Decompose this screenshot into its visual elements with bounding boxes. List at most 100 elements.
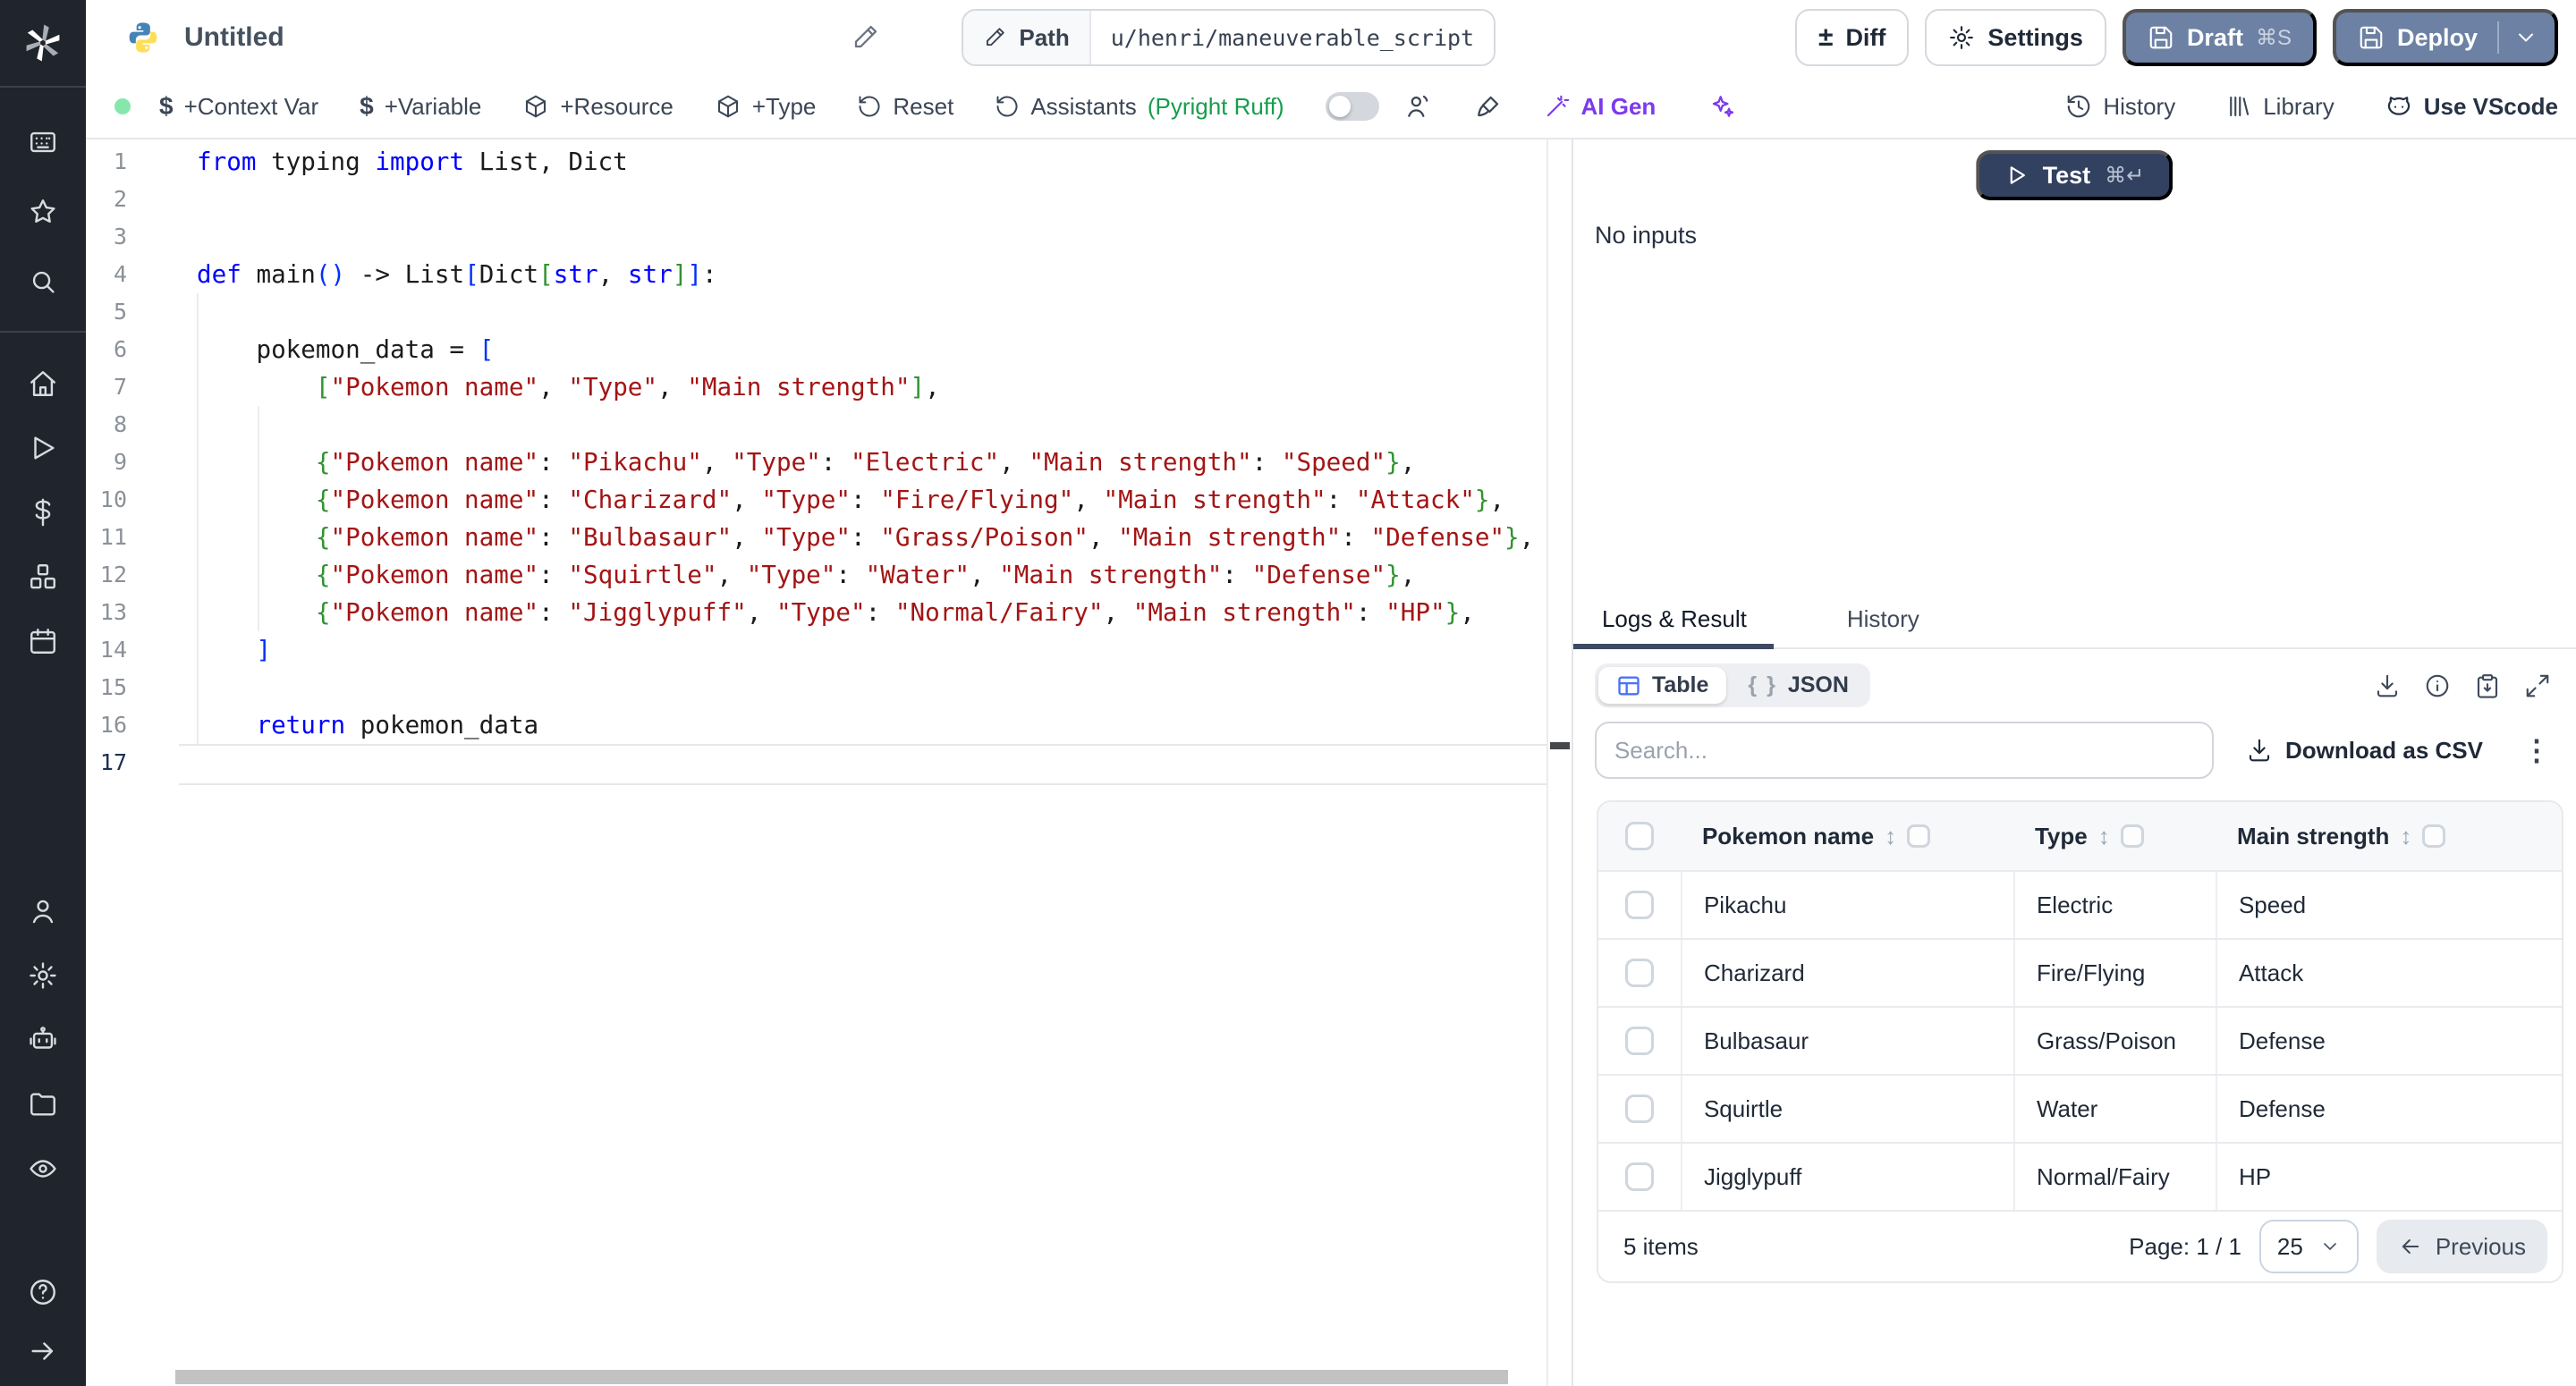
column-filter-checkbox[interactable]: [2121, 824, 2144, 848]
home-icon[interactable]: [28, 368, 58, 399]
row-checkbox[interactable]: [1625, 891, 1654, 919]
line-number: 12: [86, 556, 140, 594]
search-input[interactable]: [1595, 722, 2214, 779]
info-icon[interactable]: [2424, 672, 2451, 699]
row-checkbox[interactable]: [1625, 1094, 1654, 1123]
editor-scrollbar-strip[interactable]: [1546, 139, 1573, 1386]
path-field[interactable]: Path u/henri/maneuverable_script: [962, 9, 1496, 66]
code-lines: from typing import List, Dictdef main() …: [197, 143, 1534, 782]
runs-play-icon[interactable]: [28, 433, 58, 463]
line-number: 9: [86, 444, 140, 481]
view-json-option[interactable]: { } JSON: [1730, 667, 1867, 704]
path-label: Path: [1019, 24, 1069, 52]
format-brush-button[interactable]: [1474, 92, 1503, 121]
user-icon[interactable]: [28, 896, 58, 926]
line-number: 16: [86, 706, 140, 744]
folder-icon[interactable]: [28, 1089, 58, 1120]
star-icon[interactable]: [28, 197, 58, 227]
result-tabs: Logs & Result History: [1573, 590, 2576, 649]
multiplayer-toggle[interactable]: [1326, 92, 1379, 121]
select-all-checkbox[interactable]: [1625, 822, 1654, 850]
library-button[interactable]: Library: [2225, 93, 2334, 121]
table-menu-kebab[interactable]: ⋮: [2522, 733, 2551, 767]
column-filter-checkbox[interactable]: [1907, 824, 1930, 848]
sort-icon[interactable]: ↕: [1885, 824, 1896, 848]
top-bar: Untitled Path u/henri/maneuverable_scrip…: [86, 0, 2576, 75]
expand-arrow-icon[interactable]: [28, 1336, 58, 1366]
add-context-var-button[interactable]: $ +Context Var: [159, 93, 318, 121]
arrow-left-icon: [2398, 1234, 2423, 1259]
workers-robot-icon[interactable]: [28, 1025, 58, 1055]
schedules-calendar-icon[interactable]: [28, 626, 58, 656]
line-number: 7: [86, 368, 140, 406]
expand-fullscreen-icon[interactable]: [2524, 672, 2551, 699]
sort-icon[interactable]: ↕: [2098, 824, 2110, 848]
history-button[interactable]: History: [2065, 93, 2175, 121]
table-cell: Jigglypuff: [1681, 1144, 2013, 1210]
row-checkbox[interactable]: [1625, 959, 1654, 987]
variables-dollar-icon[interactable]: [28, 497, 58, 528]
search-icon[interactable]: [28, 266, 58, 297]
code-editor[interactable]: 1234567891011121314151617 from typing im…: [86, 139, 1546, 1386]
diff-button[interactable]: ± Diff: [1795, 9, 1909, 66]
column-label: Pokemon name: [1702, 823, 1874, 850]
sidebar-divider: [0, 331, 86, 333]
pinwheel-icon: [21, 21, 64, 64]
diff-label: Diff: [1845, 24, 1885, 52]
code-line: ["Pokemon name", "Type", "Main strength"…: [197, 368, 1534, 406]
page-size-select[interactable]: 25: [2259, 1220, 2359, 1273]
download-csv-button[interactable]: Download as CSV: [2246, 737, 2483, 765]
active-tab-underline: [1573, 644, 1774, 649]
context-var-label: +Context Var: [184, 93, 319, 121]
dollar-icon: $: [360, 94, 374, 119]
windmill-logo[interactable]: [0, 0, 86, 88]
tab-history[interactable]: History: [1847, 605, 1919, 633]
table-cell: Attack: [2216, 940, 2562, 1006]
code-line: {"Pokemon name": "Bulbasaur", "Type": "G…: [197, 519, 1534, 556]
draft-button[interactable]: Draft ⌘S: [2123, 9, 2317, 66]
tab-logs-result[interactable]: Logs & Result: [1602, 605, 1747, 633]
audit-eye-icon[interactable]: [28, 1154, 58, 1184]
assistants-label: Assistants: [1030, 93, 1137, 121]
deploy-button[interactable]: Deploy: [2333, 9, 2558, 66]
table-cell: Grass/Poison: [2013, 1008, 2216, 1074]
settings-gear-icon[interactable]: [28, 960, 58, 991]
table-header-row: Pokemon name↕Type↕Main strength↕: [1598, 802, 2562, 870]
dollar-icon: $: [159, 94, 174, 119]
history-clock-icon: [2065, 93, 2092, 120]
table-footer: 5 items Page: 1 / 1 25 Previous: [1598, 1210, 2562, 1281]
add-variable-button[interactable]: $ +Variable: [360, 93, 481, 121]
view-table-option[interactable]: Table: [1598, 667, 1726, 704]
edit-summary-pencil-icon[interactable]: [851, 23, 879, 52]
column-filter-checkbox[interactable]: [2422, 824, 2445, 848]
download-icon[interactable]: [2374, 672, 2401, 699]
keyboard-icon[interactable]: [28, 127, 58, 157]
sort-icon[interactable]: ↕: [2400, 824, 2411, 848]
chevron-down-icon[interactable]: [2513, 25, 2538, 50]
add-type-button[interactable]: +Type: [715, 93, 817, 121]
table-cell: Bulbasaur: [1681, 1008, 2013, 1074]
use-vscode-button[interactable]: Use VScode: [2385, 92, 2558, 121]
horizontal-scrollbar[interactable]: [175, 1370, 1508, 1384]
add-resource-button[interactable]: +Resource: [522, 93, 673, 121]
collaborators-button[interactable]: [1404, 92, 1433, 121]
row-checkbox[interactable]: [1625, 1162, 1654, 1191]
sparkles-button[interactable]: [1707, 92, 1736, 121]
previous-page-button[interactable]: Previous: [2377, 1220, 2547, 1273]
test-shortcut: ⌘↵: [2105, 163, 2144, 189]
test-button[interactable]: Test ⌘↵: [1977, 150, 2174, 200]
help-icon[interactable]: [28, 1277, 58, 1307]
ai-gen-button[interactable]: AI Gen: [1544, 93, 1657, 121]
settings-button[interactable]: Settings: [1925, 9, 2106, 66]
draft-label: Draft: [2187, 24, 2243, 52]
resources-boxes-icon[interactable]: [28, 562, 58, 592]
copy-result-clipboard-icon[interactable]: [2474, 672, 2501, 699]
assistants-button[interactable]: Assistants (Pyright Ruff): [995, 93, 1284, 121]
rotate-icon: [857, 94, 882, 119]
result-action-icons: [2374, 672, 2551, 699]
previous-label: Previous: [2436, 1233, 2526, 1261]
person-voice-icon: [1404, 92, 1433, 121]
reset-button[interactable]: Reset: [857, 93, 953, 121]
save-icon: [2148, 24, 2174, 51]
row-checkbox[interactable]: [1625, 1027, 1654, 1055]
